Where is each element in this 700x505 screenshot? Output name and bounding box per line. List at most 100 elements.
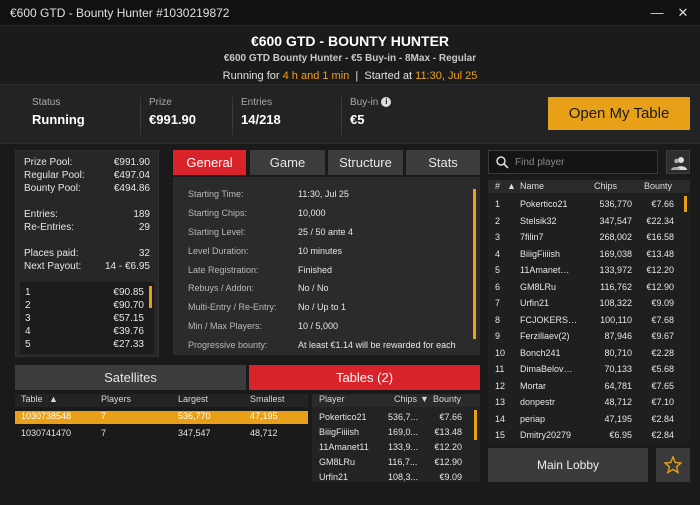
- detail-key: Multi-Entry / Re-Entry:: [188, 302, 277, 312]
- tab-satellites[interactable]: Satellites: [15, 365, 246, 390]
- search-input[interactable]: Find player: [515, 157, 564, 168]
- col-table[interactable]: Table: [21, 394, 43, 404]
- minimize-icon[interactable]: —: [646, 3, 668, 23]
- player-row[interactable]: 2 Stelsik32 347,547 €22.34: [488, 212, 690, 229]
- tp-name: GM8LRu: [319, 457, 356, 467]
- tab-structure[interactable]: Structure: [328, 150, 403, 175]
- tp-chips: 108,3...: [388, 472, 419, 482]
- payout-row: 1 €90.85: [25, 287, 144, 299]
- prize-value: €991.90: [149, 112, 196, 127]
- player-bounty: €2.84: [651, 413, 674, 424]
- player-rank: 6: [495, 281, 501, 292]
- player-chips: 80,710: [604, 347, 632, 358]
- table-row[interactable]: 1030741470 7 347,547 48,712: [15, 428, 308, 441]
- player-row[interactable]: 12 Mortar 64,781 €7.65: [488, 377, 690, 394]
- player-row[interactable]: 5 11Amanet… 133,972 €12.20: [488, 261, 690, 278]
- general-details[interactable]: Starting Time: 11:30, Jul 25 Starting Chi…: [173, 177, 480, 355]
- player-row[interactable]: 4 BiiigFiiiish 169,038 €13.48: [488, 245, 690, 262]
- player-list-scrollbar[interactable]: [684, 196, 687, 212]
- player-row[interactable]: 3 7filin7 268,002 €16.58: [488, 228, 690, 245]
- tab-stats[interactable]: Stats: [406, 150, 480, 175]
- prize-pool-label: Prize Pool:: [24, 157, 73, 168]
- player-name: donpestr: [520, 397, 556, 407]
- sort-up-icon[interactable]: ▲: [49, 394, 58, 404]
- col-largest[interactable]: Largest: [178, 394, 208, 404]
- col-players[interactable]: Players: [101, 394, 131, 404]
- prize-panel: Prize Pool: €991.90 Regular Pool: €497.04 …: [15, 150, 159, 357]
- player-row[interactable]: 7 Urfin21 108,322 €9.09: [488, 294, 690, 311]
- table-players-scrollbar[interactable]: [474, 410, 477, 440]
- player-row[interactable]: 8 FCJOKERS… 100,110 €7.68: [488, 311, 690, 328]
- sort-down-icon[interactable]: ▼: [420, 394, 429, 404]
- table-players-panel[interactable]: Player Chips ▼ Bounty Pokertico21 536,7..…: [312, 394, 480, 482]
- table-row[interactable]: 1030738548 7 536,770 47,195: [15, 411, 308, 424]
- detail-value: No / No: [298, 283, 329, 293]
- prize-pool-row: Prize Pool: €991.90: [24, 157, 150, 169]
- player-list[interactable]: # ▲ Name Chips Bounty 1 Pokertico21 536,77…: [488, 180, 690, 443]
- player-chips: 100,110: [600, 314, 632, 325]
- player-row[interactable]: 6 GM8LRu 116,762 €12.90: [488, 278, 690, 295]
- sort-up-icon[interactable]: ▲: [507, 181, 516, 191]
- col-chips[interactable]: Chips: [594, 181, 617, 191]
- open-my-table-button[interactable]: Open My Table: [548, 97, 690, 130]
- close-icon[interactable]: ✕: [672, 3, 694, 23]
- player-bounty: €2.28: [651, 347, 674, 358]
- payout-list[interactable]: 1 €90.85 2 €90.70 3 €57.15 4 €39.76 5 €27.33: [20, 282, 154, 354]
- tournament-subtitle: €600 GTD Bounty Hunter - €5 Buy-in - 8Ma…: [223, 53, 477, 64]
- player-row[interactable]: 11 DimaBelov… 70,133 €5.68: [488, 360, 690, 377]
- tab-tables[interactable]: Tables (2): [249, 365, 480, 390]
- player-chips: 169,038: [599, 248, 632, 259]
- entries-row-value: 189: [133, 209, 150, 220]
- started-label: Started at: [364, 70, 413, 82]
- tp-name: BiiigFiiiish: [319, 427, 360, 437]
- player-rank: 11: [495, 364, 505, 374]
- table-player-row[interactable]: Urfin21 108,3... €9.09: [312, 472, 480, 482]
- status-label: Status: [32, 97, 61, 108]
- search-icon: [496, 156, 509, 169]
- player-name: Stelsik32: [520, 215, 557, 226]
- tab-game[interactable]: Game: [250, 150, 325, 175]
- player-rank: 14: [495, 413, 506, 424]
- col-player[interactable]: Player: [319, 394, 345, 404]
- col-rank[interactable]: #: [495, 181, 500, 191]
- detail-row: Progressive bounty: At least €1.14 will b…: [188, 340, 470, 352]
- player-row[interactable]: 15 Dmitry20279 €6.95 €2.84: [488, 426, 690, 443]
- col-name[interactable]: Name: [520, 181, 544, 191]
- player-row[interactable]: 13 donpestr 48,712 €7.10: [488, 393, 690, 410]
- table-player-row[interactable]: 11Amanet11 133,9... €12.20: [312, 442, 480, 455]
- places-paid-value: 32: [138, 248, 150, 259]
- player-row[interactable]: 14 periap 47,195 €2.84: [488, 410, 690, 427]
- player-name: Pokertico21: [520, 199, 568, 209]
- col-bounty[interactable]: Bounty: [433, 394, 461, 404]
- info-icon[interactable]: i: [381, 97, 392, 108]
- table-player-row[interactable]: Pokertico21 536,7... €7.66: [312, 412, 480, 425]
- table-players: 7: [101, 428, 107, 438]
- search-field[interactable]: Find player: [488, 150, 658, 174]
- tab-general[interactable]: General: [173, 150, 246, 175]
- player-row[interactable]: 9 Ferzillaev(2) 87,946 €9.67: [488, 327, 690, 344]
- player-rank: 13: [495, 397, 506, 407]
- details-scrollbar[interactable]: [473, 189, 476, 339]
- detail-key: Starting Level:: [188, 227, 246, 237]
- main-lobby-button[interactable]: Main Lobby: [488, 448, 648, 482]
- col-chips[interactable]: Chips: [394, 394, 417, 404]
- regular-pool-value: €497.04: [113, 170, 150, 181]
- player-rank: 15: [495, 430, 506, 440]
- table-player-row[interactable]: BiiigFiiiish 169,0... €13.48: [312, 427, 480, 440]
- payout-scrollbar[interactable]: [149, 286, 152, 308]
- col-bounty[interactable]: Bounty: [644, 181, 672, 191]
- payout-place: 5: [25, 339, 31, 350]
- tp-chips: 169,0...: [388, 427, 419, 437]
- entries-value: 14/218: [241, 112, 281, 127]
- regular-pool-row: Regular Pool: €497.04: [24, 170, 150, 182]
- players-button[interactable]: [666, 150, 690, 174]
- favorite-button[interactable]: [656, 448, 690, 482]
- col-smallest[interactable]: Smallest: [250, 394, 285, 404]
- bounty-pool-label: Bounty Pool:: [24, 183, 81, 194]
- player-row[interactable]: 10 Bonch241 80,710 €2.28: [488, 344, 690, 361]
- payout-amount: €39.76: [113, 326, 144, 337]
- table-player-row[interactable]: GM8LRu 116,7... €12.90: [312, 457, 480, 470]
- table-id: 1030738548: [21, 411, 72, 421]
- player-row[interactable]: 1 Pokertico21 536,770 €7.66: [488, 195, 690, 212]
- tp-name: 11Amanet11: [319, 442, 369, 452]
